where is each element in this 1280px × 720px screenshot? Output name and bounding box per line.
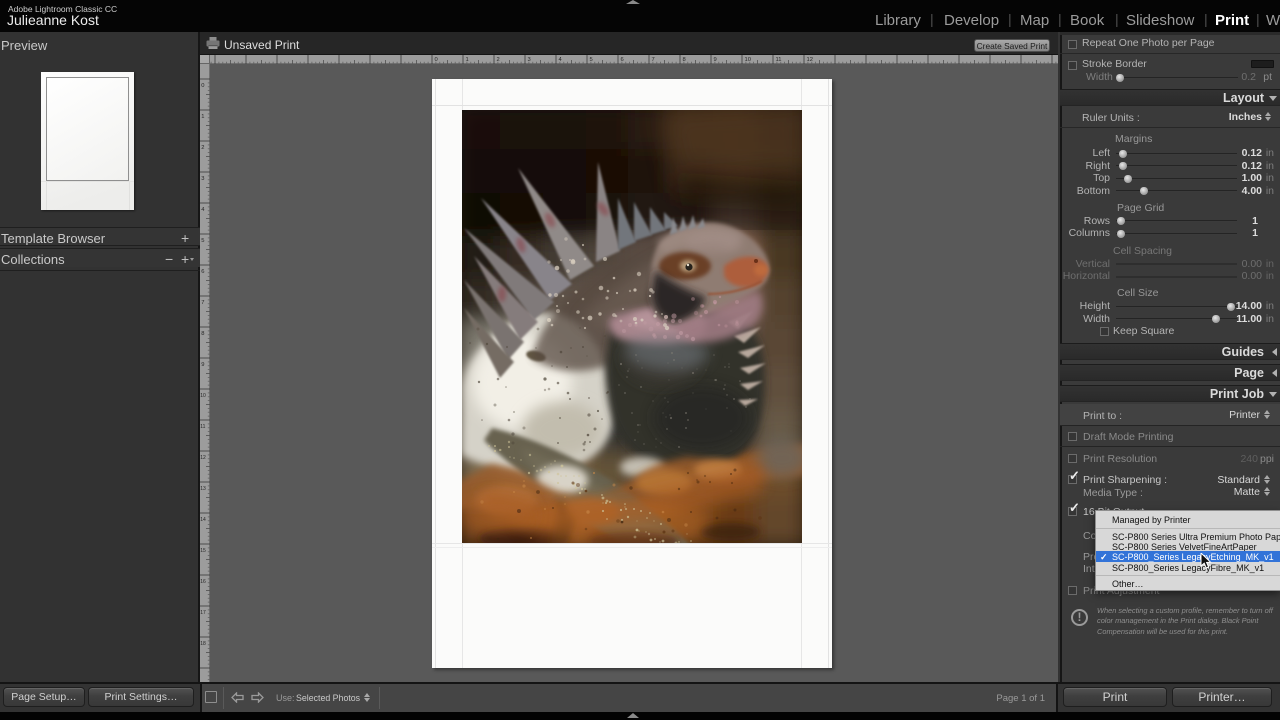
svg-text:0: 0 [435,57,438,63]
svg-text:6: 6 [621,57,624,63]
svg-text:11: 11 [776,57,782,63]
svg-text:7: 7 [201,300,204,306]
svg-text:8: 8 [683,57,686,63]
svg-text:11: 11 [200,424,205,430]
svg-text:0: 0 [201,83,204,89]
svg-text:10: 10 [200,393,206,399]
svg-text:9: 9 [201,362,204,368]
svg-text:8: 8 [201,331,204,337]
svg-text:16: 16 [200,579,206,585]
svg-text:2: 2 [201,145,204,151]
svg-text:9: 9 [714,57,717,63]
svg-text:5: 5 [201,238,204,244]
svg-text:3: 3 [201,176,204,182]
svg-text:12: 12 [807,57,813,63]
svg-text:10: 10 [745,57,751,63]
svg-text:18: 18 [200,641,206,647]
svg-text:15: 15 [200,548,206,554]
svg-text:6: 6 [201,269,204,275]
svg-text:17: 17 [200,610,206,616]
svg-text:7: 7 [652,57,655,63]
svg-text:3: 3 [528,57,531,63]
svg-text:5: 5 [590,57,593,63]
svg-text:14: 14 [200,517,206,523]
svg-text:1: 1 [201,114,204,120]
svg-text:12: 12 [200,455,206,461]
svg-text:2: 2 [497,57,500,63]
svg-text:13: 13 [200,486,206,492]
svg-text:1: 1 [466,57,469,63]
